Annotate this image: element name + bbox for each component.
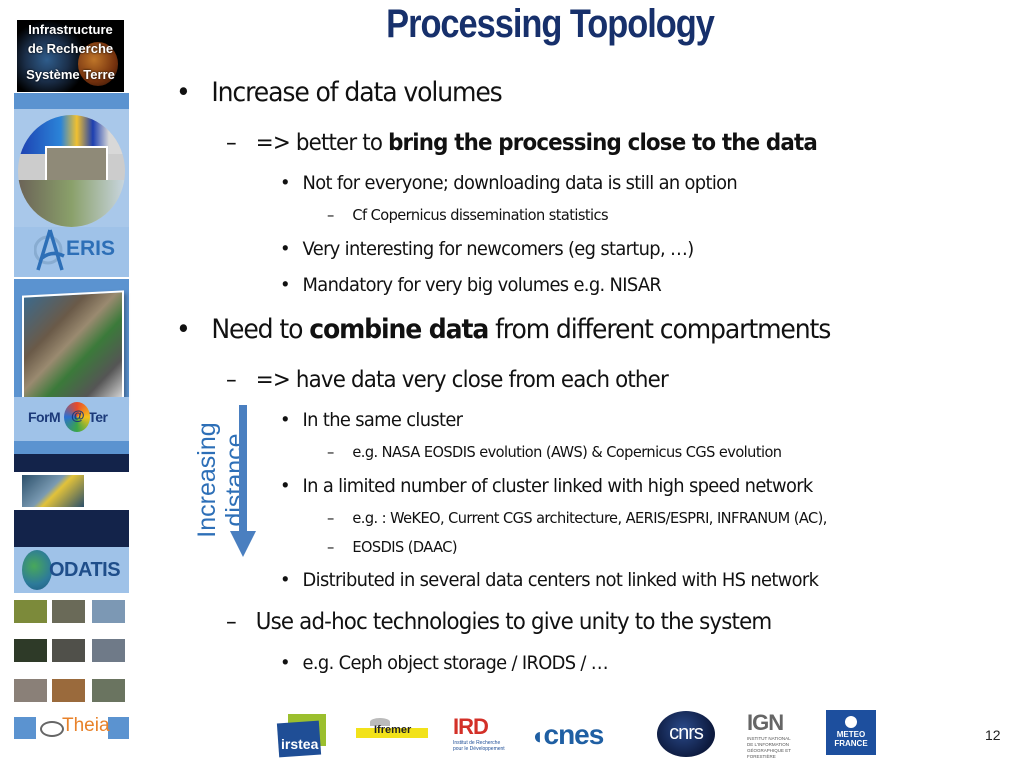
label-line1: Increasing xyxy=(193,422,221,538)
formater-logo-part1: ForM xyxy=(28,409,61,425)
odatis-logo-text: ODATIS xyxy=(49,559,121,581)
irs-logo-line1: Infrastructure xyxy=(28,22,113,37)
slide-title: Processing Topology xyxy=(386,2,715,46)
bullet-dot: • xyxy=(280,274,291,296)
data-cube-image xyxy=(22,290,124,408)
bullet-text: In a limited number of cluster linked wi… xyxy=(302,475,814,497)
bullet-level2: – => better to bring the processing close… xyxy=(226,130,818,156)
irs-logo-line2: de Recherche xyxy=(27,41,114,56)
formater-at-icon: @ xyxy=(64,402,90,432)
theia-photo-grid-image xyxy=(14,597,129,717)
formater-logo-part2: Ter xyxy=(88,409,108,425)
cnes-logo: ◖cnes xyxy=(530,719,605,750)
bullet-level3: • Very interesting for newcomers (eg star… xyxy=(280,238,694,260)
ird-logo: IRD Institut de Recherche pour le Dévelo… xyxy=(453,714,505,756)
bullet-level4: – e.g. NASA EOSDIS evolution (AWS) & Cope… xyxy=(327,443,782,461)
at-glyph: @ xyxy=(71,407,85,423)
partner-logos: irstea Ifremer IRD Institut de Recherche… xyxy=(0,705,1024,760)
odatis-globe-icon xyxy=(22,550,52,590)
bullet-level4: – EOSDIS (DAAC) xyxy=(327,538,458,556)
irstea-logo-text: irstea xyxy=(281,736,319,752)
bullet-text: Distributed in several data centers not … xyxy=(302,569,819,591)
sidebar-stripe xyxy=(14,441,129,455)
bullet-text: Very interesting for newcomers (eg start… xyxy=(302,238,695,260)
bullet-text-bold: bring the processing close to the data xyxy=(388,130,818,156)
bullet-level1: • Increase of data volumes xyxy=(176,77,503,108)
page-number: 12 xyxy=(985,727,1001,743)
bullet-text: e.g. NASA EOSDIS evolution (AWS) & Coper… xyxy=(352,443,782,461)
sidebar-stripe xyxy=(14,93,129,109)
bullet-dash: – xyxy=(327,443,334,461)
bullet-dot: • xyxy=(280,238,291,260)
bullet-text: Need to xyxy=(211,314,310,345)
bullet-level1: • Need to combine data from different com… xyxy=(176,314,831,345)
irs-logo: Infrastructure de Recherche Système Terr… xyxy=(17,20,124,92)
bullet-dot: • xyxy=(280,475,291,497)
bullet-level2: – => have data very close from each other xyxy=(226,367,669,393)
ifremer-logo-text: Ifremer xyxy=(374,724,412,736)
meteo-icon xyxy=(845,716,857,728)
meteo-france-logo: METEO FRANCE xyxy=(826,710,876,755)
ign-logo: IGN INSTITUT NATIONAL DE L'INFORMATION G… xyxy=(747,710,797,759)
bullet-text: In the same cluster xyxy=(302,409,463,431)
aeris-a-icon xyxy=(34,229,65,271)
bullet-text: Cf Copernicus dissemination statistics xyxy=(352,206,609,224)
cnes-logo-text: cnes xyxy=(543,719,605,750)
website-screenshot-image xyxy=(14,454,129,549)
bullet-text: Not for everyone; downloading data is st… xyxy=(302,172,738,194)
ird-logo-text: IRD xyxy=(453,714,489,739)
bullet-level3: • In a limited number of cluster linked w… xyxy=(280,475,813,497)
bullet-level3: • Distributed in several data centers not… xyxy=(280,569,819,591)
down-arrow-icon xyxy=(230,405,256,557)
bullet-text: => better to xyxy=(255,130,389,156)
bullet-text: => have data very close from each other xyxy=(255,367,669,393)
bullet-level3: • e.g. Ceph object storage / IRODS / … xyxy=(280,652,609,674)
irstea-logo: irstea xyxy=(276,714,326,758)
bullet-text-bold: combine data xyxy=(309,314,489,345)
bullet-dash: – xyxy=(226,367,237,393)
bullet-text: EOSDIS (DAAC) xyxy=(352,538,457,556)
bullet-level3: • Mandatory for very big volumes e.g. NIS… xyxy=(280,274,662,296)
bullet-level4: – e.g. : WeKEO, Current CGS architecture,… xyxy=(327,509,827,527)
bullet-dot: • xyxy=(176,314,191,345)
bullet-text: Mandatory for very big volumes e.g. NISA… xyxy=(302,274,662,296)
bullet-level2: – Use ad-hoc technologies to give unity t… xyxy=(226,609,773,635)
bullet-dot: • xyxy=(280,172,291,194)
bullet-dash: – xyxy=(226,609,237,635)
bullet-level3: • In the same cluster xyxy=(280,409,463,431)
bullet-dot: • xyxy=(280,652,291,674)
ifremer-logo: Ifremer xyxy=(356,718,428,738)
aeris-logo-text: ERIS xyxy=(66,237,116,260)
bullet-text: e.g. Ceph object storage / IRODS / … xyxy=(302,652,609,674)
cnrs-logo: cnrs xyxy=(657,711,715,757)
aeris-collage-image xyxy=(18,115,125,227)
bullet-dash: – xyxy=(226,130,237,156)
bullet-dash: – xyxy=(327,538,334,556)
bullet-dot: • xyxy=(280,409,291,431)
ign-logo-text: IGN xyxy=(747,710,784,735)
bullet-level4: – Cf Copernicus dissemination statistics xyxy=(327,206,609,224)
ign-logo-subtitle: INSTITUT NATIONAL DE L'INFORMATION GÉOGR… xyxy=(747,736,791,759)
bullet-text: Use ad-hoc technologies to give unity to… xyxy=(255,609,773,635)
ird-logo-subtitle: Institut de Recherche pour le Développem… xyxy=(453,740,505,752)
bullet-dot: • xyxy=(176,77,191,108)
meteo-logo-text: METEO FRANCE xyxy=(834,730,868,748)
bullet-dash: – xyxy=(327,206,334,224)
bullet-text: from different compartments xyxy=(488,314,831,345)
bullet-text: Increase of data volumes xyxy=(211,77,502,108)
bullet-dash: – xyxy=(327,509,334,527)
bullet-dot: • xyxy=(280,569,291,591)
bullet-level3: • Not for everyone; downloading data is s… xyxy=(280,172,738,194)
irs-logo-line3: Système Terre xyxy=(26,67,115,82)
sidebar-logo-column: Infrastructure de Recherche Système Terr… xyxy=(14,17,129,749)
bullet-text: e.g. : WeKEO, Current CGS architecture, … xyxy=(352,509,827,527)
